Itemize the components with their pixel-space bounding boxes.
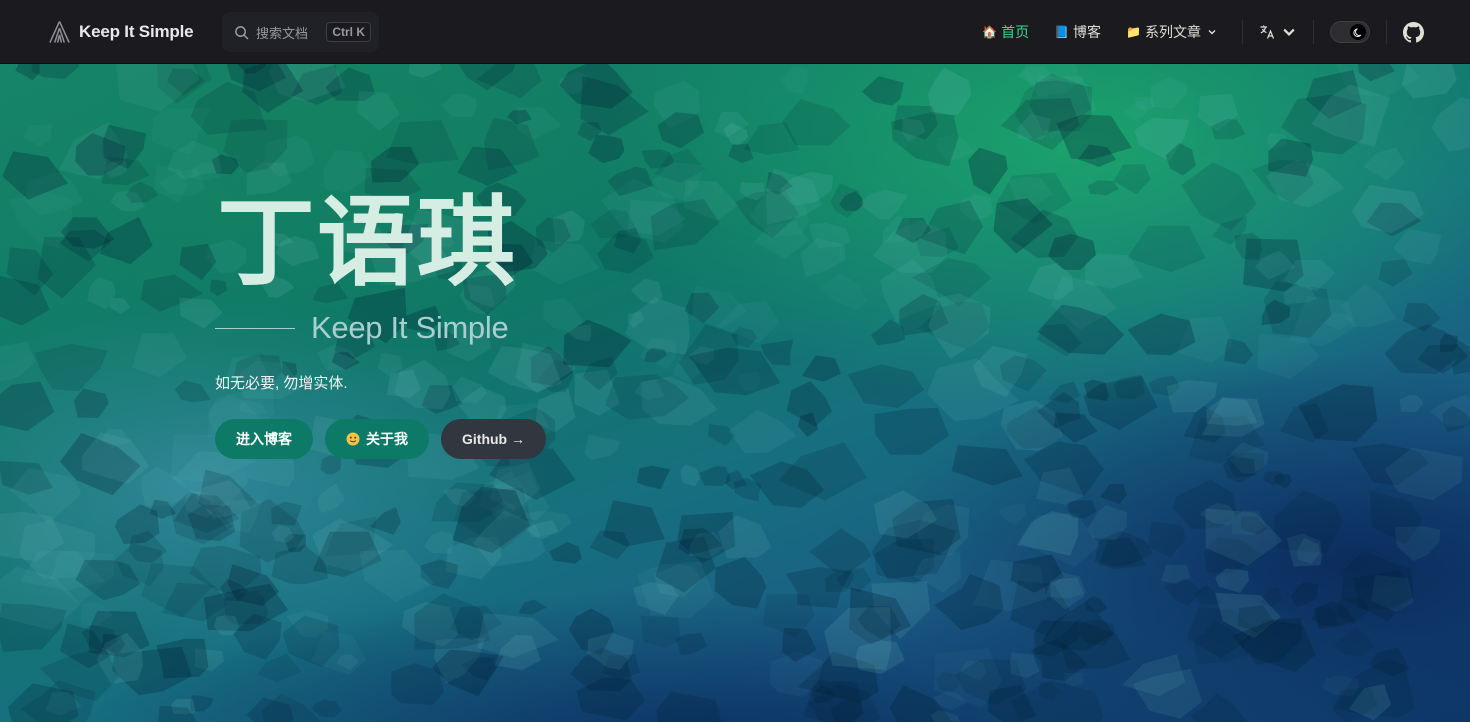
search-button[interactable]: 搜索文档 Ctrl K	[222, 12, 379, 52]
home-icon: 🏠	[982, 25, 998, 39]
nav-divider	[1242, 20, 1243, 44]
nav-item-home[interactable]: 🏠 首页	[982, 22, 1029, 42]
search-placeholder: 搜索文档	[256, 25, 309, 41]
button-label: Github →	[462, 431, 525, 447]
nav-divider	[1386, 20, 1387, 44]
nav-item-blog[interactable]: 📘 博客	[1054, 22, 1101, 42]
translate-icon	[1260, 25, 1275, 39]
hero-tagline: Keep It Simple	[311, 310, 509, 345]
dark-mode-toggle[interactable]	[1330, 21, 1370, 43]
search-icon	[235, 25, 249, 39]
logo-icon	[49, 21, 70, 43]
search-shortcut: Ctrl K	[326, 22, 371, 42]
brand-link[interactable]: Keep It Simple	[48, 19, 194, 45]
smile-icon	[346, 432, 360, 446]
enter-blog-button[interactable]: 进入博客	[215, 419, 313, 459]
book-icon: 📘	[1054, 25, 1070, 39]
nav-item-label: 首页	[1001, 24, 1030, 40]
folder-icon: 📁	[1126, 25, 1141, 39]
nav-item-label: 博客	[1073, 24, 1102, 40]
github-link[interactable]	[1403, 21, 1424, 43]
button-label: 关于我	[366, 431, 408, 447]
tagline-divider	[215, 327, 295, 329]
nav-item-series[interactable]: 📁 系列文章	[1126, 22, 1217, 42]
about-me-button[interactable]: 关于我	[325, 419, 429, 459]
nav-links: 🏠 首页 📘 博客 📁 系列文章	[982, 0, 1470, 64]
chevron-down-icon	[1283, 28, 1295, 36]
hero-section: 丁语琪 Keep It Simple 如无必要, 勿增实体. 进入博客 关于我 …	[0, 64, 1470, 722]
nav-item-label: 系列文章	[1145, 24, 1201, 40]
chevron-down-icon	[1208, 30, 1216, 35]
nav-divider	[1313, 20, 1314, 44]
button-label: 进入博客	[236, 431, 292, 447]
github-button[interactable]: Github →	[441, 419, 546, 459]
language-switcher[interactable]	[1259, 24, 1297, 40]
hero-motto: 如无必要, 勿增实体.	[215, 375, 348, 392]
moon-icon	[1350, 24, 1366, 40]
top-navbar: Keep It Simple 搜索文档 Ctrl K 🏠 首页 📘 博客 📁 系…	[0, 0, 1470, 64]
github-icon	[1403, 21, 1424, 42]
hero-actions: 进入博客 关于我 Github →	[215, 419, 546, 459]
hero-name: 丁语琪	[217, 186, 518, 300]
tagline-row: Keep It Simple	[215, 310, 546, 346]
brand-title: Keep It Simple	[79, 22, 194, 41]
hero-content: 丁语琪 Keep It Simple 如无必要, 勿增实体. 进入博客 关于我 …	[215, 194, 546, 459]
